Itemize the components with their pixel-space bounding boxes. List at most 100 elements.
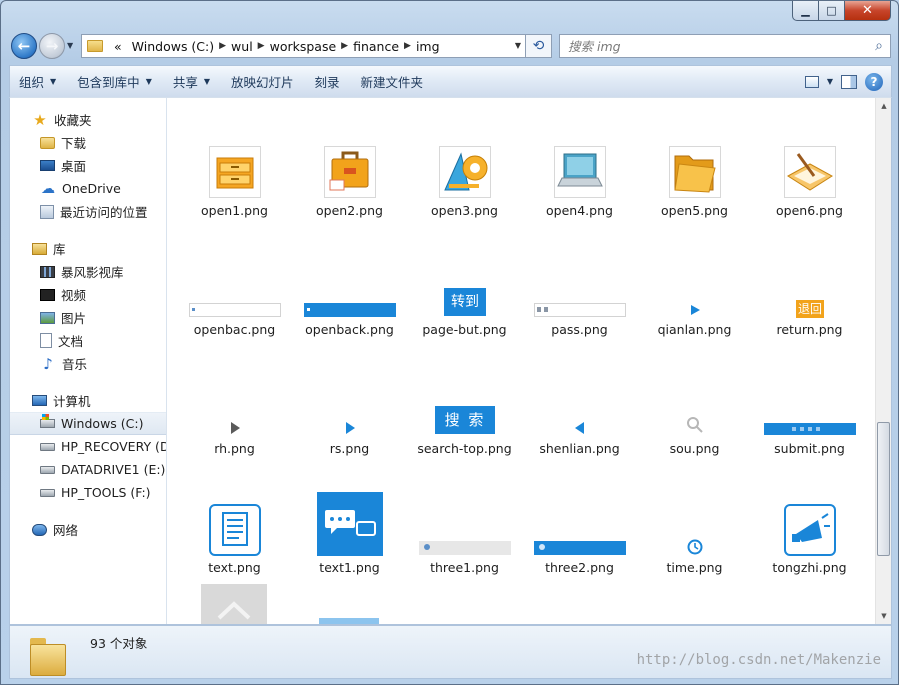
file-name: open6.png <box>776 203 843 218</box>
nav-label: 图片 <box>61 311 87 326</box>
briefcase-icon <box>324 146 376 198</box>
nav-item-onedrive[interactable]: ☁ OneDrive <box>10 177 166 200</box>
slideshow-button[interactable]: 放映幻灯片 <box>222 70 303 94</box>
scroll-up-arrow-icon[interactable]: ▲ <box>876 98 891 114</box>
scroll-down-arrow-icon[interactable]: ▼ <box>876 608 891 624</box>
image-thumbnail-icon[interactable] <box>319 618 379 624</box>
recent-pages-dropdown[interactable]: ▼ <box>67 41 73 50</box>
maximize-button[interactable]: □ <box>819 1 845 21</box>
nav-label: 下载 <box>61 136 87 151</box>
chat-bubbles-icon <box>317 492 383 556</box>
address-bar[interactable]: « Windows (C:) ▶ wul ▶ workspase ▶ finan… <box>81 34 526 58</box>
nav-computer[interactable]: 计算机 <box>10 389 166 412</box>
breadcrumb-wul[interactable]: wul <box>226 39 258 54</box>
breadcrumb-img[interactable]: img <box>411 39 445 54</box>
nav-item-pictures[interactable]: 图片 <box>10 306 166 329</box>
desktop-icon <box>40 160 55 171</box>
address-history-dropdown[interactable]: ▼ <box>515 41 521 50</box>
file-name: text1.png <box>319 560 380 575</box>
play-arrow-icon <box>231 422 240 434</box>
nav-label: 文档 <box>58 334 84 349</box>
star-icon: ★ <box>33 110 47 129</box>
nav-favorites[interactable]: ★ 收藏夹 <box>10 108 166 131</box>
chevron-right-icon[interactable]: ▶ <box>341 41 348 51</box>
file-name: search-top.png <box>417 441 512 456</box>
file-name: rs.png <box>329 441 370 456</box>
nav-item-music[interactable]: ♪ 音乐 <box>10 352 166 375</box>
main-area: ★ 收藏夹 下载 桌面 ☁ OneDrive 最近访问的位置 库 暴风影视库 视频 … <box>9 97 892 625</box>
nav-label: HP_RECOVERY (D:) <box>61 439 166 454</box>
preview-pane-icon[interactable] <box>841 74 857 89</box>
system-drive-icon <box>40 414 55 428</box>
file-name: pass.png <box>551 322 608 337</box>
command-bar: 组织 ▼ 包含到库中 ▼ 共享 ▼ 放映幻灯片 刻录 新建文件夹 ▼ ? <box>9 65 892 97</box>
file-list: open1.png open2.png open3.png open4.png … <box>167 98 891 624</box>
nav-libraries[interactable]: 库 <box>10 237 166 260</box>
chevron-right-icon[interactable]: ▶ <box>219 41 226 51</box>
search-icon[interactable]: ⌕ <box>868 38 890 54</box>
network-icon <box>32 523 47 536</box>
view-controls: ▼ ? <box>804 72 883 91</box>
drive-icon <box>40 465 55 474</box>
video-icon <box>40 288 55 301</box>
forward-button[interactable]: → <box>39 33 65 59</box>
chevron-right-icon[interactable]: ▶ <box>404 41 411 51</box>
refresh-button[interactable]: ⟲ <box>526 34 552 58</box>
file-name: qianlan.png <box>657 322 732 337</box>
file-name: rh.png <box>214 441 255 456</box>
file-name: open5.png <box>661 203 728 218</box>
organize-menu[interactable]: 组织 ▼ <box>10 70 65 94</box>
bar-thumbnail-icon <box>534 541 626 555</box>
nav-item-downloads[interactable]: 下载 <box>10 131 166 154</box>
change-view-icon[interactable] <box>804 75 819 88</box>
breadcrumb-overflow[interactable]: « <box>109 39 127 54</box>
chevron-down-icon: ▼ <box>203 77 211 86</box>
back-button[interactable]: ← <box>11 33 37 59</box>
file-name: time.png <box>666 560 723 575</box>
image-thumbnail-icon[interactable] <box>201 584 267 624</box>
nav-label: DATADRIVE1 (E:) <box>61 462 166 477</box>
bar-thumbnail-icon <box>304 303 396 317</box>
folder-icon <box>87 40 103 52</box>
library-icon <box>32 242 47 255</box>
include-in-library-menu[interactable]: 包含到库中 ▼ <box>68 70 161 94</box>
scrollbar-thumb[interactable] <box>877 422 890 556</box>
nav-item-hp-recovery[interactable]: HP_RECOVERY (D:) <box>10 435 166 458</box>
file-name: openback.png <box>305 322 394 337</box>
nav-item-baofeng-library[interactable]: 暴风影视库 <box>10 260 166 283</box>
share-label: 共享 <box>172 75 198 90</box>
minimize-button[interactable]: ▁ <box>792 1 819 21</box>
burn-button[interactable]: 刻录 <box>306 70 349 94</box>
breadcrumb-finance[interactable]: finance <box>348 39 404 54</box>
bar-thumbnail-icon <box>764 423 856 435</box>
computer-icon <box>32 395 47 406</box>
nav-item-windows-c[interactable]: Windows (C:) <box>10 412 166 435</box>
new-folder-button[interactable]: 新建文件夹 <box>352 70 433 94</box>
nav-item-recent-places[interactable]: 最近访问的位置 <box>10 200 166 223</box>
page-button-thumbnail: 转到 <box>444 288 486 316</box>
close-button[interactable]: ✕ <box>845 1 891 21</box>
nav-item-hp-tools[interactable]: HP_TOOLS (F:) <box>10 481 166 504</box>
nav-label: OneDrive <box>62 181 121 196</box>
breadcrumb: « Windows (C:) ▶ wul ▶ workspase ▶ finan… <box>109 39 445 54</box>
play-arrow-icon <box>688 303 702 317</box>
file-name: submit.png <box>774 441 845 456</box>
file-name: page-but.png <box>422 322 507 337</box>
nav-item-videos[interactable]: 视频 <box>10 283 166 306</box>
nav-item-desktop[interactable]: 桌面 <box>10 154 166 177</box>
nav-item-documents[interactable]: 文档 <box>10 329 166 352</box>
breadcrumb-workspase[interactable]: workspase <box>265 39 342 54</box>
nav-network[interactable]: 网络 <box>10 518 166 541</box>
vertical-scrollbar[interactable]: ▲ ▼ <box>875 98 891 624</box>
chevron-down-icon: ▼ <box>145 77 152 86</box>
help-icon[interactable]: ? <box>865 72 883 91</box>
share-menu[interactable]: 共享 ▼ <box>164 70 219 94</box>
media-library-icon <box>40 265 55 278</box>
nav-item-datadrive1[interactable]: DATADRIVE1 (E:) <box>10 458 166 481</box>
chevron-right-icon[interactable]: ▶ <box>258 41 265 51</box>
music-icon: ♪ <box>43 354 53 373</box>
search-input[interactable] <box>568 38 868 54</box>
chevron-down-icon[interactable]: ▼ <box>827 77 833 86</box>
return-button-thumbnail: 退回 <box>796 300 824 318</box>
breadcrumb-windows-c[interactable]: Windows (C:) <box>127 39 219 54</box>
